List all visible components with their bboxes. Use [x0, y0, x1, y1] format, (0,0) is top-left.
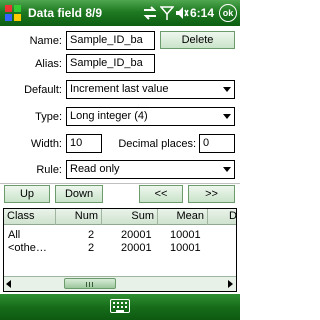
down-button[interactable]: Down [55, 185, 103, 203]
rule-select-value: Read only [70, 163, 120, 175]
column-header-class[interactable]: Class [4, 209, 56, 225]
default-select-value: Increment last value [70, 83, 169, 95]
default-select[interactable]: Increment last value [66, 80, 235, 99]
scroll-right-icon[interactable] [228, 280, 233, 288]
window-title: Data field 8/9 [28, 6, 103, 20]
delete-button[interactable]: Delete [160, 31, 235, 49]
table-cell: 2 [88, 242, 95, 254]
alias-field[interactable]: Sample_ID_ba [66, 54, 155, 73]
column-header-num[interactable]: Num [56, 209, 102, 225]
keyboard-icon[interactable] [110, 299, 130, 313]
clock[interactable]: 6:14 [190, 6, 214, 20]
sync-icon [143, 6, 157, 20]
chevron-down-icon [223, 114, 231, 119]
table-cell: 20001 [121, 242, 152, 254]
type-label: Type: [35, 111, 62, 123]
column-header-d[interactable]: D [226, 209, 236, 225]
default-label: Default: [24, 84, 62, 96]
horizontal-scrollbar[interactable] [4, 276, 236, 291]
previous-field-button[interactable]: << [139, 185, 183, 203]
statistics-grid[interactable]: Class Num Sum Mean D All 2 20001 10001 <… [3, 208, 237, 292]
decimal-places-label: Decimal places: [118, 138, 196, 150]
divider [0, 183, 240, 184]
column-header-mean[interactable]: Mean [158, 209, 208, 225]
soft-key-bar [0, 294, 240, 320]
chevron-down-icon [223, 167, 231, 172]
width-field[interactable]: 10 [66, 134, 102, 153]
table-cell: <othe… [8, 242, 47, 254]
rule-select[interactable]: Read only [66, 160, 235, 179]
windows-start-icon[interactable] [4, 4, 22, 22]
ok-button[interactable]: ok [219, 4, 237, 22]
table-cell: All [8, 229, 21, 241]
type-select[interactable]: Long integer (4) [66, 107, 235, 126]
table-cell: 2 [88, 229, 95, 241]
rule-label: Rule: [36, 164, 62, 176]
scrollbar-thumb[interactable] [64, 278, 116, 289]
name-label: Name: [29, 35, 62, 47]
title-bar: Data field 8/9 6:14 ok [0, 0, 240, 26]
column-header-sum[interactable]: Sum [102, 209, 158, 225]
up-button[interactable]: Up [4, 185, 50, 203]
chevron-down-icon [223, 87, 231, 92]
table-cell: 10001 [170, 229, 201, 241]
type-select-value: Long integer (4) [70, 110, 148, 122]
grid-header: Class Num Sum Mean D [4, 209, 236, 225]
next-field-button[interactable]: >> [188, 185, 235, 203]
scroll-left-icon[interactable] [6, 280, 11, 288]
width-label: Width: [30, 138, 62, 150]
name-field[interactable]: Sample_ID_ba [66, 31, 155, 50]
speaker-icon[interactable] [175, 5, 189, 21]
table-cell: 20001 [121, 229, 152, 241]
alias-label: Alias: [35, 58, 62, 70]
table-cell: 10001 [170, 242, 201, 254]
signal-icon[interactable] [160, 5, 174, 21]
decimal-places-field[interactable]: 0 [199, 134, 235, 153]
